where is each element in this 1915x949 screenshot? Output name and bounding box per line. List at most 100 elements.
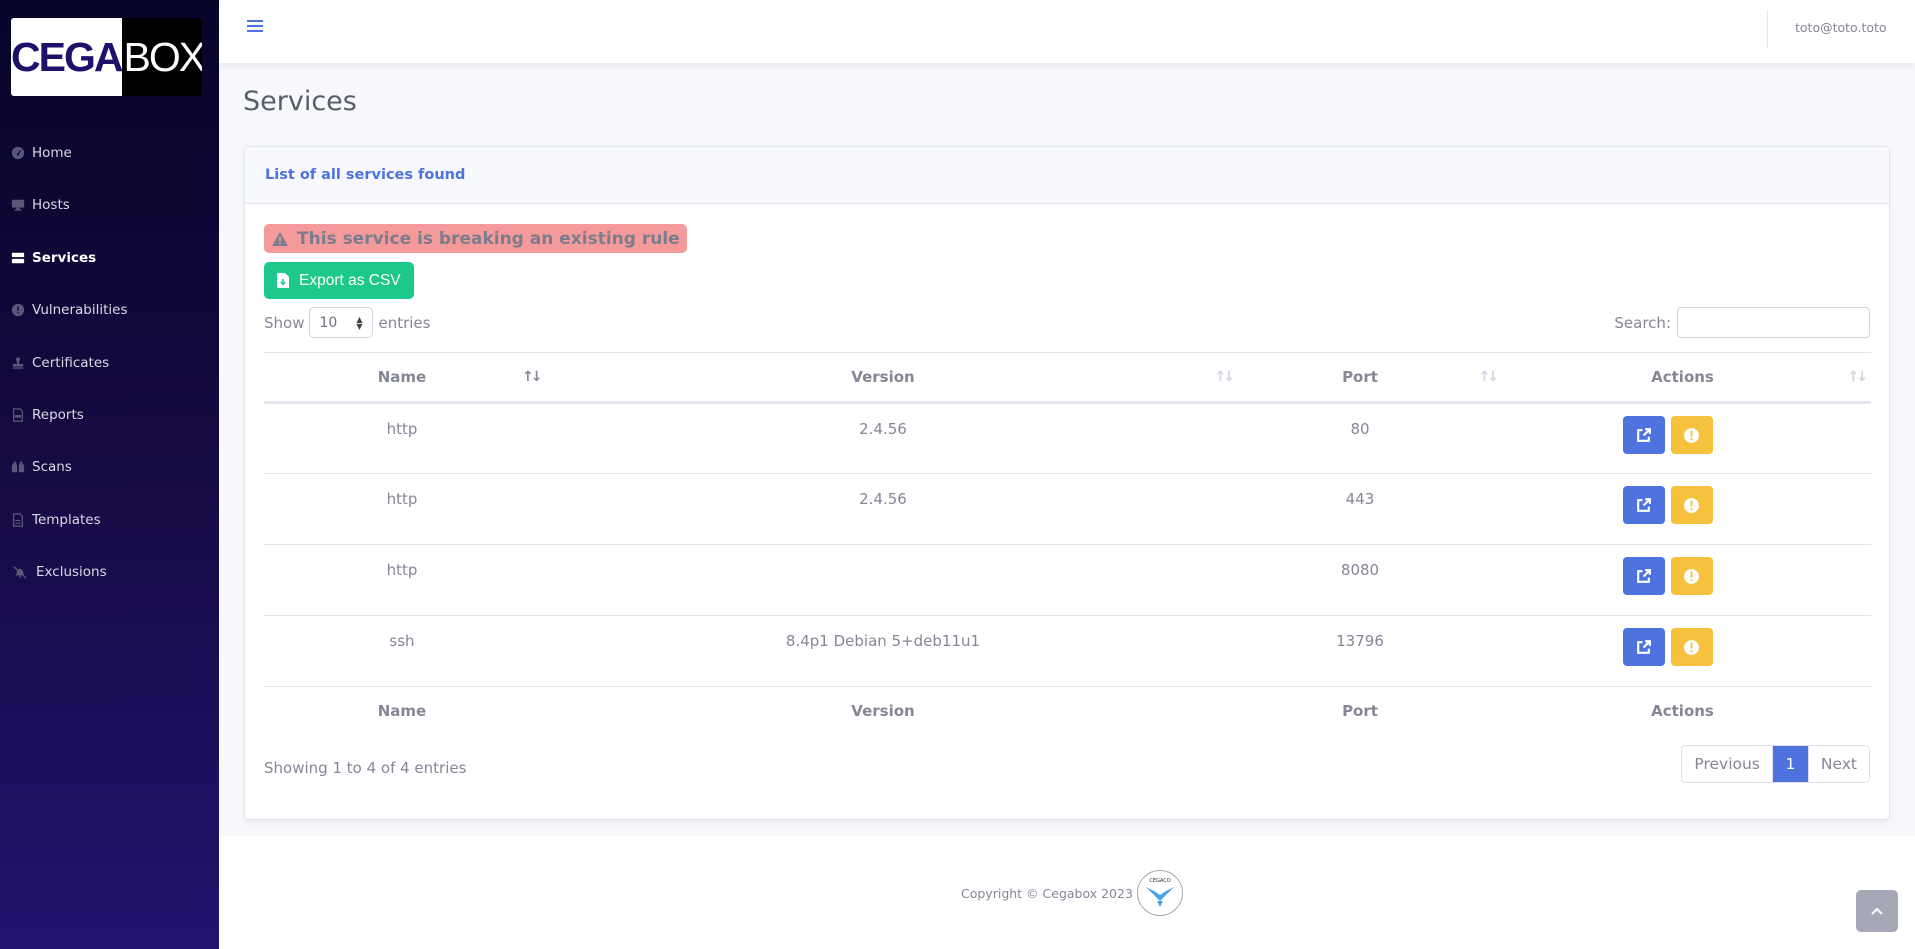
sidebar-item-scans[interactable]: Scans (11, 455, 72, 479)
select-caret-icon: ▲ ▼ (356, 315, 363, 331)
footer-header-name: Name (264, 686, 540, 735)
footer-content: Copyright © Cegabox 2023 CEGACO (961, 870, 1183, 916)
sidebar-item-hosts[interactable]: Hosts (11, 193, 70, 217)
card-title: List of all services found (265, 167, 466, 183)
exclamation-circle-icon (11, 303, 25, 317)
table-info: Showing 1 to 4 of 4 entries (264, 759, 467, 777)
footer: Copyright © Cegabox 2023 CEGACO (219, 836, 1915, 949)
sidebar-item-certificates[interactable]: Certificates (11, 351, 109, 375)
external-link-icon (1637, 639, 1651, 654)
sort-icon[interactable]: ↑↓ (1848, 369, 1869, 385)
scroll-to-top-button[interactable] (1856, 890, 1898, 932)
cell-actions (1494, 544, 1871, 616)
column-header-version[interactable]: Version ↑↓ (540, 352, 1235, 404)
sidebar-item-label: Vulnerabilities (32, 302, 128, 318)
cell-actions (1494, 402, 1871, 474)
file-pdf-icon (11, 408, 25, 422)
page-length-value: 10 (319, 314, 338, 331)
footer-header-port: Port (1226, 686, 1494, 735)
show-label: Show (264, 313, 305, 332)
sidebar-item-label: Services (32, 250, 97, 266)
logo-part-1: CEGA (11, 18, 123, 96)
external-link-icon (1637, 568, 1651, 583)
cell-port: 8080 (1226, 544, 1494, 616)
flag-rule-button[interactable] (1670, 486, 1713, 524)
cegaco-logo: CEGACO (1136, 870, 1183, 916)
desktop-icon (11, 198, 25, 212)
cell-actions (1494, 615, 1871, 687)
sidebar-item-home[interactable]: Home (11, 141, 72, 165)
card-header: List of all services found (245, 147, 1889, 204)
pagination-previous[interactable]: Previous (1682, 746, 1772, 782)
export-csv-button[interactable]: Export as CSV (264, 262, 414, 299)
sidebar-item-label: Scans (32, 459, 72, 475)
exclamation-circle-icon (1684, 497, 1699, 513)
services-card: List of all services found This service … (244, 146, 1890, 820)
sort-icon[interactable]: ↑↓ (522, 369, 543, 385)
sidebar-item-label: Hosts (32, 197, 70, 213)
binoculars-icon (11, 460, 25, 474)
sidebar-item-vulnerabilities[interactable]: Vulnerabilities (11, 298, 128, 322)
open-service-button[interactable] (1622, 628, 1665, 666)
pagination: Previous 1 Next (1681, 745, 1870, 783)
file-download-icon (277, 273, 289, 288)
server-icon (11, 251, 25, 265)
column-header-label: Actions (1651, 368, 1714, 386)
export-csv-label: Export as CSV (299, 271, 401, 289)
column-header-label: Name (377, 368, 427, 386)
svg-text:CEGACO: CEGACO (1149, 878, 1170, 884)
sidebar-item-reports[interactable]: Reports (11, 403, 84, 427)
page-length-select[interactable]: 10 ▲ ▼ (309, 307, 374, 338)
cegabox-logo[interactable]: CEGA BOX (11, 18, 202, 96)
cell-version: 2.4.56 (540, 402, 1226, 474)
warning-triangle-icon (272, 231, 288, 246)
exclamation-circle-icon (1684, 427, 1699, 443)
external-link-icon (1637, 497, 1651, 512)
bars-icon-line (247, 30, 263, 32)
footer-header-version: Version (540, 686, 1226, 735)
file-alt-icon (11, 513, 25, 527)
cell-port: 13796 (1226, 615, 1494, 687)
cell-name: http (264, 544, 540, 616)
page-title: Services (243, 86, 357, 117)
stamp-icon (11, 356, 25, 370)
flag-rule-button[interactable] (1670, 416, 1713, 454)
column-header-name[interactable]: Name ↑↓ (264, 352, 543, 404)
search-control: Search: (1614, 307, 1870, 338)
page-length-control: Show 10 ▲ ▼ entries (264, 307, 430, 338)
footer-header-actions: Actions (1494, 686, 1871, 735)
column-header-port[interactable]: Port ↑↓ (1226, 352, 1499, 404)
cell-version (540, 544, 1226, 616)
open-service-button[interactable] (1622, 557, 1665, 595)
pagination-next[interactable]: Next (1807, 746, 1869, 782)
sidebar-item-services[interactable]: Services (11, 246, 96, 270)
cell-port: 443 (1226, 473, 1494, 545)
column-header-actions[interactable]: Actions ↑↓ (1494, 352, 1871, 404)
sidebar-toggle-button[interactable] (247, 20, 263, 34)
entries-label: entries (378, 313, 431, 332)
cell-name: http (264, 402, 540, 474)
sidebar: CEGA BOX Home Hosts Services Vulnerabili… (0, 0, 219, 949)
exclamation-circle-icon (1684, 568, 1699, 584)
search-label: Search: (1614, 313, 1671, 332)
sidebar-item-templates[interactable]: Templates (11, 508, 101, 532)
logo-part-2: BOX (122, 18, 202, 96)
bars-icon-line (247, 25, 263, 27)
exclamation-circle-icon (1684, 639, 1699, 655)
services-table: Name ↑↓ Version ↑↓ Port ↑↓ Actions ↑↓ http 2.… (264, 352, 1871, 735)
copyright-text: Copyright © Cegabox 2023 (961, 885, 1133, 901)
pagination-page-1[interactable]: 1 (1771, 746, 1808, 782)
table-header-row: Name ↑↓ Version ↑↓ Port ↑↓ Actions ↑↓ (264, 352, 1871, 404)
open-service-button[interactable] (1622, 416, 1665, 454)
sidebar-item-label: Home (32, 145, 72, 161)
search-input[interactable] (1677, 307, 1870, 338)
sidebar-item-label: Templates (32, 512, 101, 528)
flag-rule-button[interactable] (1670, 557, 1713, 595)
flag-rule-button[interactable] (1670, 628, 1713, 666)
user-menu[interactable]: toto@toto.toto (1795, 20, 1887, 35)
sidebar-item-label: Exclusions (36, 564, 107, 580)
cell-actions (1494, 473, 1871, 545)
open-service-button[interactable] (1622, 486, 1665, 524)
cell-version: 8.4p1 Debian 5+deb11u1 (540, 615, 1226, 687)
sidebar-item-exclusions[interactable]: Exclusions (13, 560, 107, 584)
